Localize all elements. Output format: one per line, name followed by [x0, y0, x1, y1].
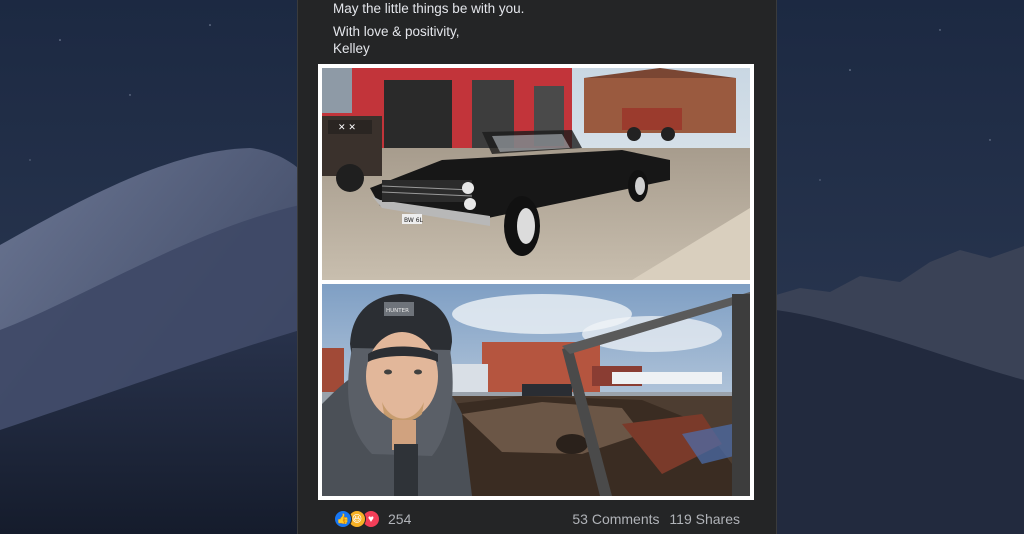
post-window: May the little things be with you. With …	[297, 0, 777, 534]
photo-collage[interactable]: ✕ ✕ BW 6L HUNTER	[318, 64, 754, 500]
reaction-count: 254	[388, 511, 412, 527]
reactions-summary[interactable]: 👍 😆 ♥ 254	[334, 510, 411, 528]
post-card: May the little things be with you. With …	[318, 0, 754, 534]
photo-car[interactable]: ✕ ✕ BW 6L	[322, 68, 750, 280]
post-text-line: May the little things be with you.	[333, 1, 525, 16]
comments-link[interactable]: 53 Comments	[572, 511, 659, 527]
post-text: May the little things be with you. With …	[333, 0, 524, 57]
license-plate-text: BW 6L	[404, 217, 424, 224]
like-reaction-icon: 👍	[334, 510, 352, 528]
shares-link[interactable]: 119 Shares	[669, 511, 740, 527]
post-text-line: With love & positivity,	[333, 24, 460, 39]
svg-text:✕ ✕: ✕ ✕	[338, 123, 356, 133]
engagement-stats: 53 Comments 119 Shares	[566, 511, 740, 527]
photo-selfie[interactable]: HUNTER	[322, 284, 750, 496]
post-signature: Kelley	[333, 41, 370, 56]
cap-text: HUNTER	[386, 308, 409, 314]
post-footer: 👍 😆 ♥ 254 53 Comments 119 Shares	[318, 505, 754, 531]
